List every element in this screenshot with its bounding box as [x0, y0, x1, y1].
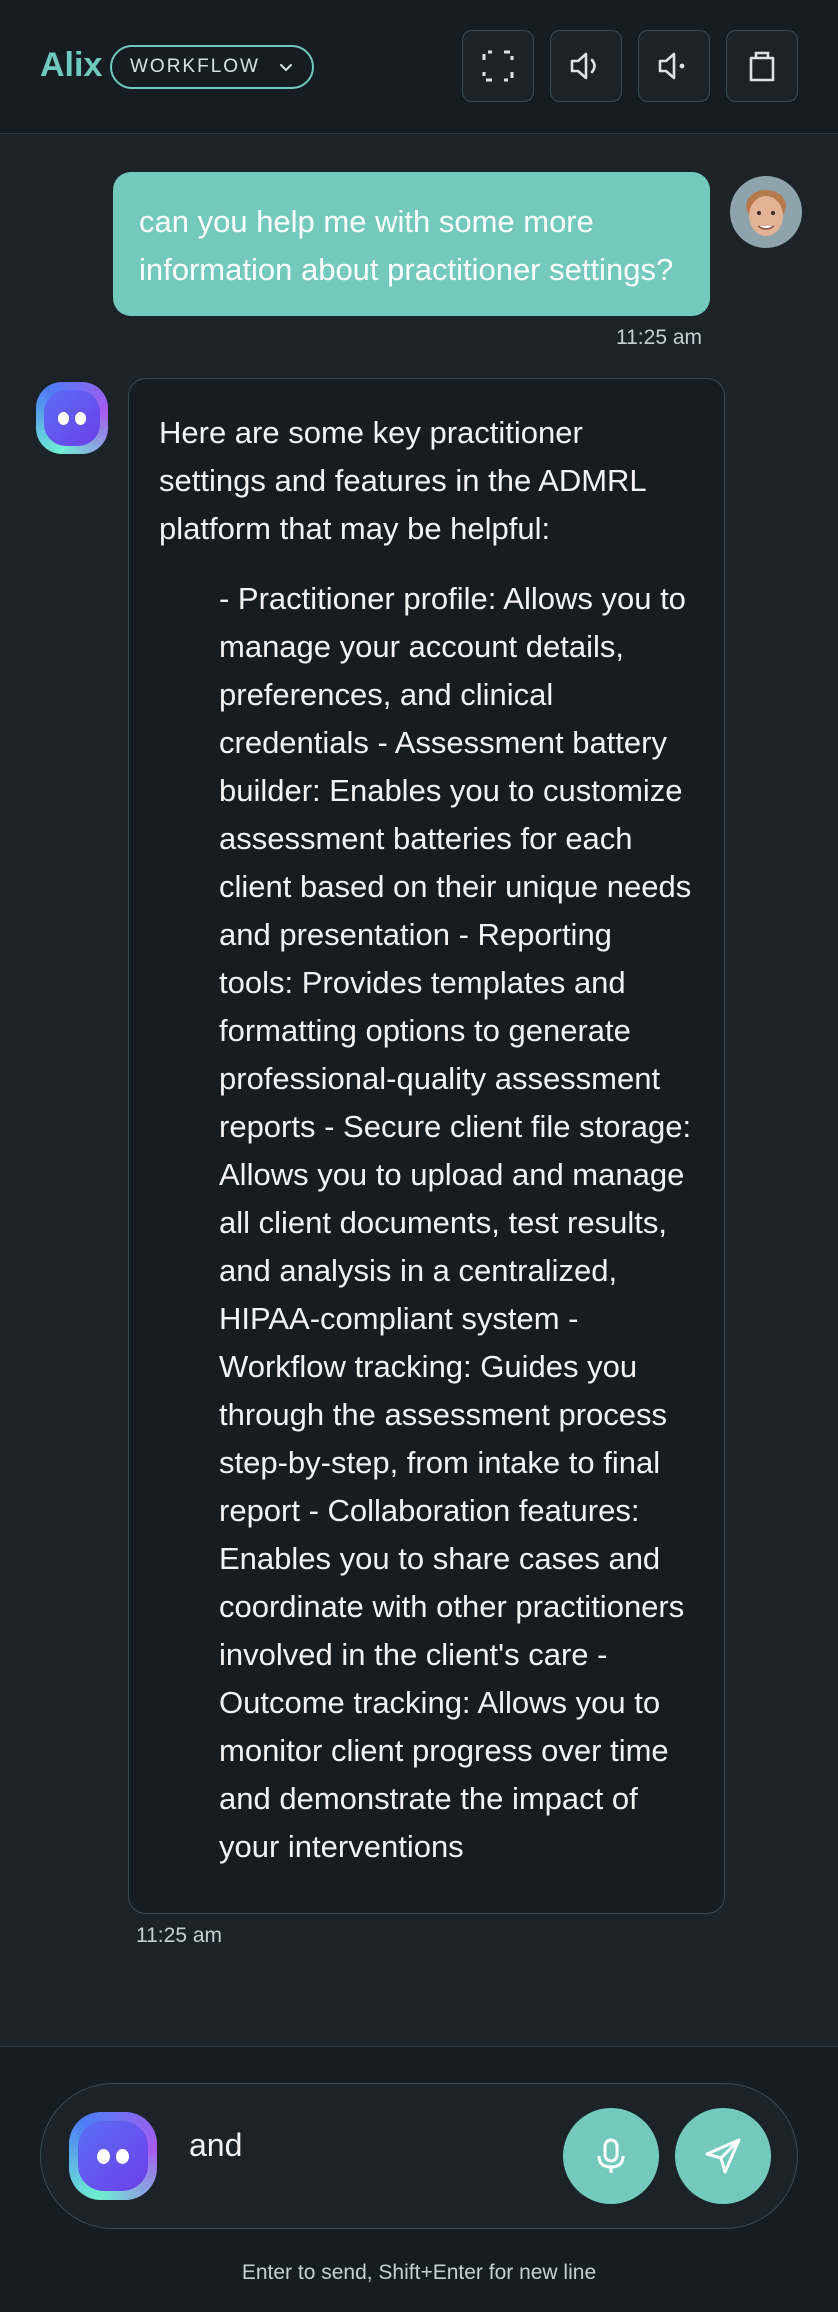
assistant-avatar-small [69, 2112, 157, 2200]
user-message-bubble: can you help me with some more informati… [113, 172, 710, 316]
brand-name: Alix [40, 46, 103, 84]
mode-label: WORKFLOW [130, 56, 260, 77]
assistant-message-details: - Practitioner profile: Allows you to ma… [219, 581, 692, 1864]
send-icon [705, 2138, 741, 2174]
send-button[interactable] [675, 2108, 771, 2204]
volume-low-icon [658, 52, 685, 80]
robot-face-icon [44, 390, 100, 446]
fullscreen-button[interactable] [462, 30, 534, 102]
microphone-button[interactable] [563, 2108, 659, 2204]
composer-area: Enter to send, Shift+Enter for new line [0, 2046, 838, 2312]
composer-hint: Enter to send, Shift+Enter for new line [241, 2261, 597, 2284]
microphone-icon [597, 2138, 625, 2173]
user-face-image [730, 176, 802, 248]
volume-up-icon [570, 52, 596, 80]
bag-button[interactable] [726, 30, 798, 102]
assistant-message-bubble: Here are some key practitioner settings … [128, 378, 725, 1914]
assistant-message-intro: Here are some key practitioner settings … [159, 415, 646, 546]
assistant-message-time: 11:25 am [136, 1924, 222, 1947]
user-avatar [730, 176, 802, 248]
volume-up-button[interactable] [550, 30, 622, 102]
fullscreen-icon [482, 50, 514, 82]
workflow-mode-dropdown[interactable]: WORKFLOW [110, 45, 314, 89]
chevron-down-icon [280, 64, 292, 72]
message-composer [40, 2083, 798, 2229]
user-message-time: 11:25 am [616, 326, 702, 349]
volume-low-button[interactable] [638, 30, 710, 102]
assistant-avatar [36, 382, 108, 454]
robot-face-icon [78, 2121, 148, 2191]
bag-icon [749, 51, 775, 82]
app-header: Alix WORKFLOW [0, 0, 838, 134]
message-input[interactable] [189, 2120, 569, 2170]
